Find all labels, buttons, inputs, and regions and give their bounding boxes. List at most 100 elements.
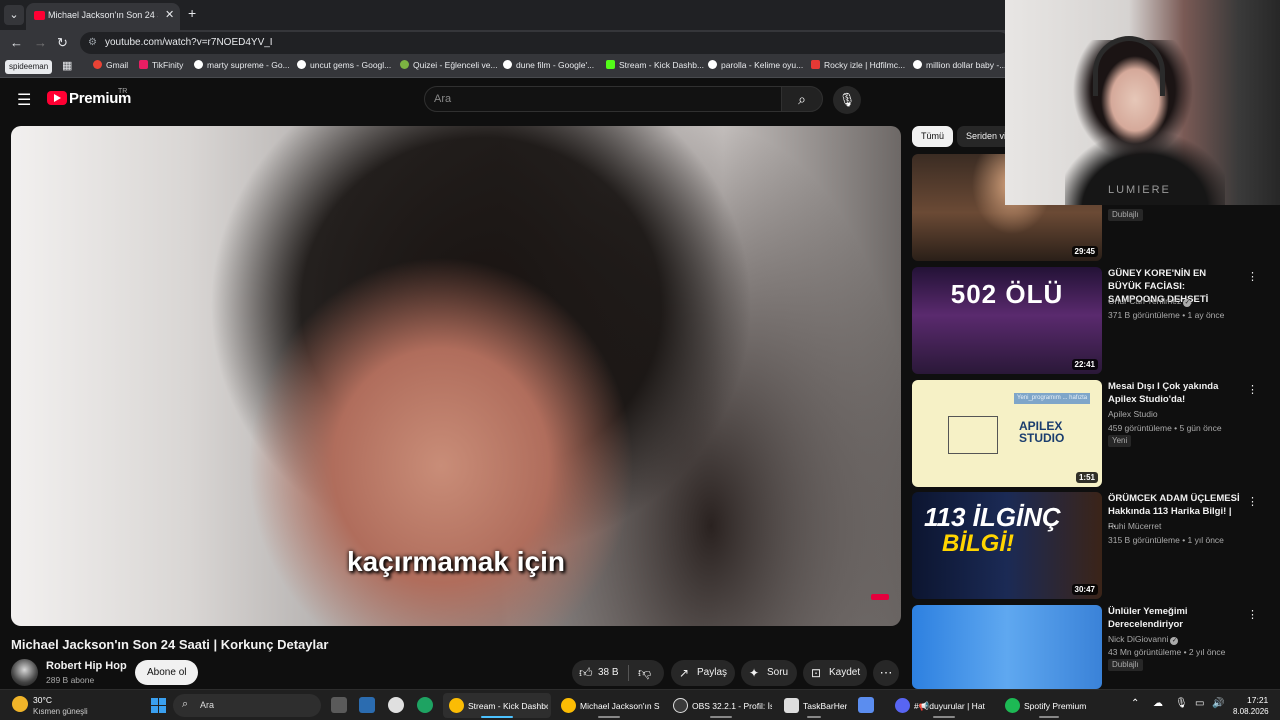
- weather-temperature[interactable]: 30°C: [33, 695, 52, 705]
- video-player[interactable]: kaçırmamak için: [11, 126, 901, 626]
- recommendation-menu-icon[interactable]: ⋮: [1247, 270, 1258, 283]
- save-label: Kaydet: [829, 667, 861, 678]
- channel-name[interactable]: Robert Hip Hop: [46, 660, 127, 672]
- recommendation-menu-icon[interactable]: ⋮: [1247, 608, 1258, 621]
- dislike-button[interactable]: 👎︎: [638, 660, 651, 686]
- url-text[interactable]: youtube.com/watch?v=r7NOED4YV_I: [105, 37, 273, 48]
- thumbnail-text: BİLGİ!: [942, 530, 1014, 557]
- bookmark-rocky[interactable]: Rocky izle | Hdfilmc...: [811, 60, 905, 70]
- google-icon: [913, 60, 922, 69]
- search-box[interactable]: [424, 86, 782, 112]
- bookmark-quizei[interactable]: Quizei - Eğlenceli ve...: [400, 60, 498, 70]
- store-icon[interactable]: [359, 697, 375, 713]
- tikfinity-icon: [139, 60, 148, 69]
- verified-icon: ✓: [1183, 299, 1192, 307]
- display-icon[interactable]: ▭: [1195, 698, 1204, 709]
- forward-arrow-icon[interactable]: →: [34, 35, 47, 50]
- bookmark-gmail[interactable]: Gmail: [93, 60, 128, 70]
- like-button[interactable]: 👍︎: [579, 660, 593, 686]
- recommendation-thumbnail[interactable]: 113 İLGİNÇ BİLGİ! 30:47: [912, 492, 1102, 599]
- onedrive-icon[interactable]: ☁: [1153, 698, 1163, 709]
- recommendation-thumbnail[interactable]: Yeni_programım ... hafızta APILEX STUDIO…: [912, 380, 1102, 487]
- recommendation-title[interactable]: Mesai Dışı I Çok yakında Apilex Studio'd…: [1108, 380, 1242, 406]
- tab-search-button[interactable]: ⌄: [4, 5, 24, 25]
- bookmark-kick-dashboard[interactable]: Stream - Kick Dashb...: [606, 60, 704, 70]
- microphone-icon[interactable]: 🎙: [1175, 698, 1188, 709]
- apps-grid-icon[interactable]: ▦: [62, 59, 72, 72]
- video-duration: 22:41: [1071, 359, 1098, 370]
- settings-app-icon[interactable]: [858, 697, 874, 713]
- more-actions-button[interactable]: ⋯: [873, 660, 899, 686]
- recommendation-thumbnail[interactable]: [912, 605, 1102, 689]
- clock-date[interactable]: 8.08.2026: [1233, 707, 1269, 716]
- recommendation-stats: 371 B görüntüleme • 1 ay önce: [1108, 310, 1225, 320]
- site-info-icon[interactable]: ⚙: [88, 37, 97, 48]
- clock-time[interactable]: 17:21: [1247, 695, 1268, 705]
- obs-icon: [673, 698, 688, 713]
- shirt-print: LUMIERE: [1108, 184, 1171, 196]
- youtube-logo-icon[interactable]: [47, 91, 67, 105]
- recommendation-channel[interactable]: Ruhi Mücerret: [1108, 521, 1161, 531]
- recommendation-menu-icon[interactable]: ⋮: [1247, 495, 1258, 508]
- region-code: TR: [118, 88, 128, 95]
- edge-icon[interactable]: [417, 697, 433, 713]
- search-icon: ⌕: [798, 91, 806, 107]
- search-icon: ⌕: [182, 698, 189, 710]
- taskbar-app-taskbarhero[interactable]: TaskBarHerc: [778, 693, 850, 718]
- thumbnail-logo: APILEX STUDIO: [1019, 419, 1065, 445]
- chevron-up-icon[interactable]: ⌃: [1131, 698, 1139, 709]
- new-tab-button[interactable]: +: [188, 5, 196, 21]
- save-button[interactable]: ⊡ Kaydet: [803, 660, 867, 686]
- share-button[interactable]: ↗ Paylaş: [671, 660, 735, 686]
- bookmark-dune-film[interactable]: dune film - Google'...: [503, 60, 594, 70]
- bookmark-parolla[interactable]: parolla - Kelime oyu...: [708, 60, 803, 70]
- tab-active[interactable]: Michael Jackson'ın Son 24 Saati ✕: [26, 3, 180, 30]
- windows-start-icon[interactable]: [151, 698, 166, 713]
- close-tab-icon[interactable]: ✕: [165, 8, 174, 21]
- taskbar-app-chrome-kick[interactable]: Stream - Kick Dashbo: [443, 693, 551, 718]
- bookmark-marty-supreme[interactable]: marty supreme - Go...: [194, 60, 290, 70]
- recommendation-menu-icon[interactable]: ⋮: [1247, 383, 1258, 396]
- subscribe-button[interactable]: Abone ol: [135, 660, 199, 685]
- chip-all[interactable]: Tümü: [912, 126, 954, 147]
- discord-icon: [895, 698, 910, 713]
- hdfilm-icon: [811, 60, 820, 69]
- microphone-icon: 🎙: [838, 92, 856, 107]
- taskbar-search[interactable]: ⌕ Ara: [173, 694, 321, 717]
- hamburger-menu-icon[interactable]: ☰: [17, 90, 31, 110]
- new-badge: Yeni: [1108, 435, 1132, 447]
- recommendation-channel[interactable]: Nick DiGiovanni ✓: [1108, 634, 1179, 645]
- recommendation-title[interactable]: Ünlüler Yemeğimi Derecelendiriyor: [1108, 605, 1242, 631]
- ask-button[interactable]: ✦ Soru: [741, 660, 797, 686]
- weather-description[interactable]: Kısmen güneşli: [33, 707, 88, 716]
- like-count[interactable]: 38 B: [598, 660, 619, 686]
- taskbar-app-obs[interactable]: OBS 32.2.1 - Profil: İsir: [667, 693, 775, 718]
- youtube-header: ☰ Premium TR ⌕ 🎙: [0, 78, 1005, 120]
- recommendation-channel[interactable]: Onur Can Yenilmez ✓: [1108, 296, 1192, 307]
- taskbar-app-discord[interactable]: #📢duyurular | Hat: [889, 693, 999, 718]
- address-bar[interactable]: ⚙ youtube.com/watch?v=r7NOED4YV_I: [80, 32, 1010, 54]
- back-arrow-icon[interactable]: ←: [10, 35, 23, 50]
- youtube-favicon-icon: [34, 11, 45, 20]
- chrome-icon: [561, 698, 576, 713]
- bookmark-tikfinity[interactable]: TikFinity: [139, 60, 183, 70]
- task-view-icon[interactable]: [331, 697, 347, 713]
- recommendation-channel[interactable]: Apilex Studio: [1108, 409, 1158, 419]
- channel-avatar[interactable]: [11, 659, 38, 686]
- thumbs-down-icon: 👎︎: [638, 665, 652, 680]
- voice-search-button[interactable]: 🎙: [833, 86, 861, 114]
- parolla-icon: [708, 60, 717, 69]
- recommendation-thumbnail[interactable]: 502 ÖLÜ 22:41: [912, 267, 1102, 374]
- taskbar-app-chrome-youtube[interactable]: Michael Jackson'ın Sc: [555, 693, 663, 718]
- reload-icon[interactable]: ↻: [57, 35, 68, 51]
- bookmark-million-dollar-baby[interactable]: million dollar baby -...: [913, 60, 1006, 70]
- search-button[interactable]: ⌕: [781, 86, 823, 112]
- search-input[interactable]: [434, 93, 764, 105]
- bookmark-uncut-gems[interactable]: uncut gems - Googl...: [297, 60, 391, 70]
- weather-sun-icon[interactable]: [12, 696, 28, 712]
- profile-chip[interactable]: spideeman: [5, 60, 53, 74]
- speaker-icon[interactable]: 🔊: [1212, 698, 1224, 709]
- chatgpt-icon[interactable]: [388, 697, 404, 713]
- bookmark-icon: ⊡: [811, 666, 822, 680]
- taskbar-app-spotify[interactable]: Spotify Premium: [999, 693, 1099, 718]
